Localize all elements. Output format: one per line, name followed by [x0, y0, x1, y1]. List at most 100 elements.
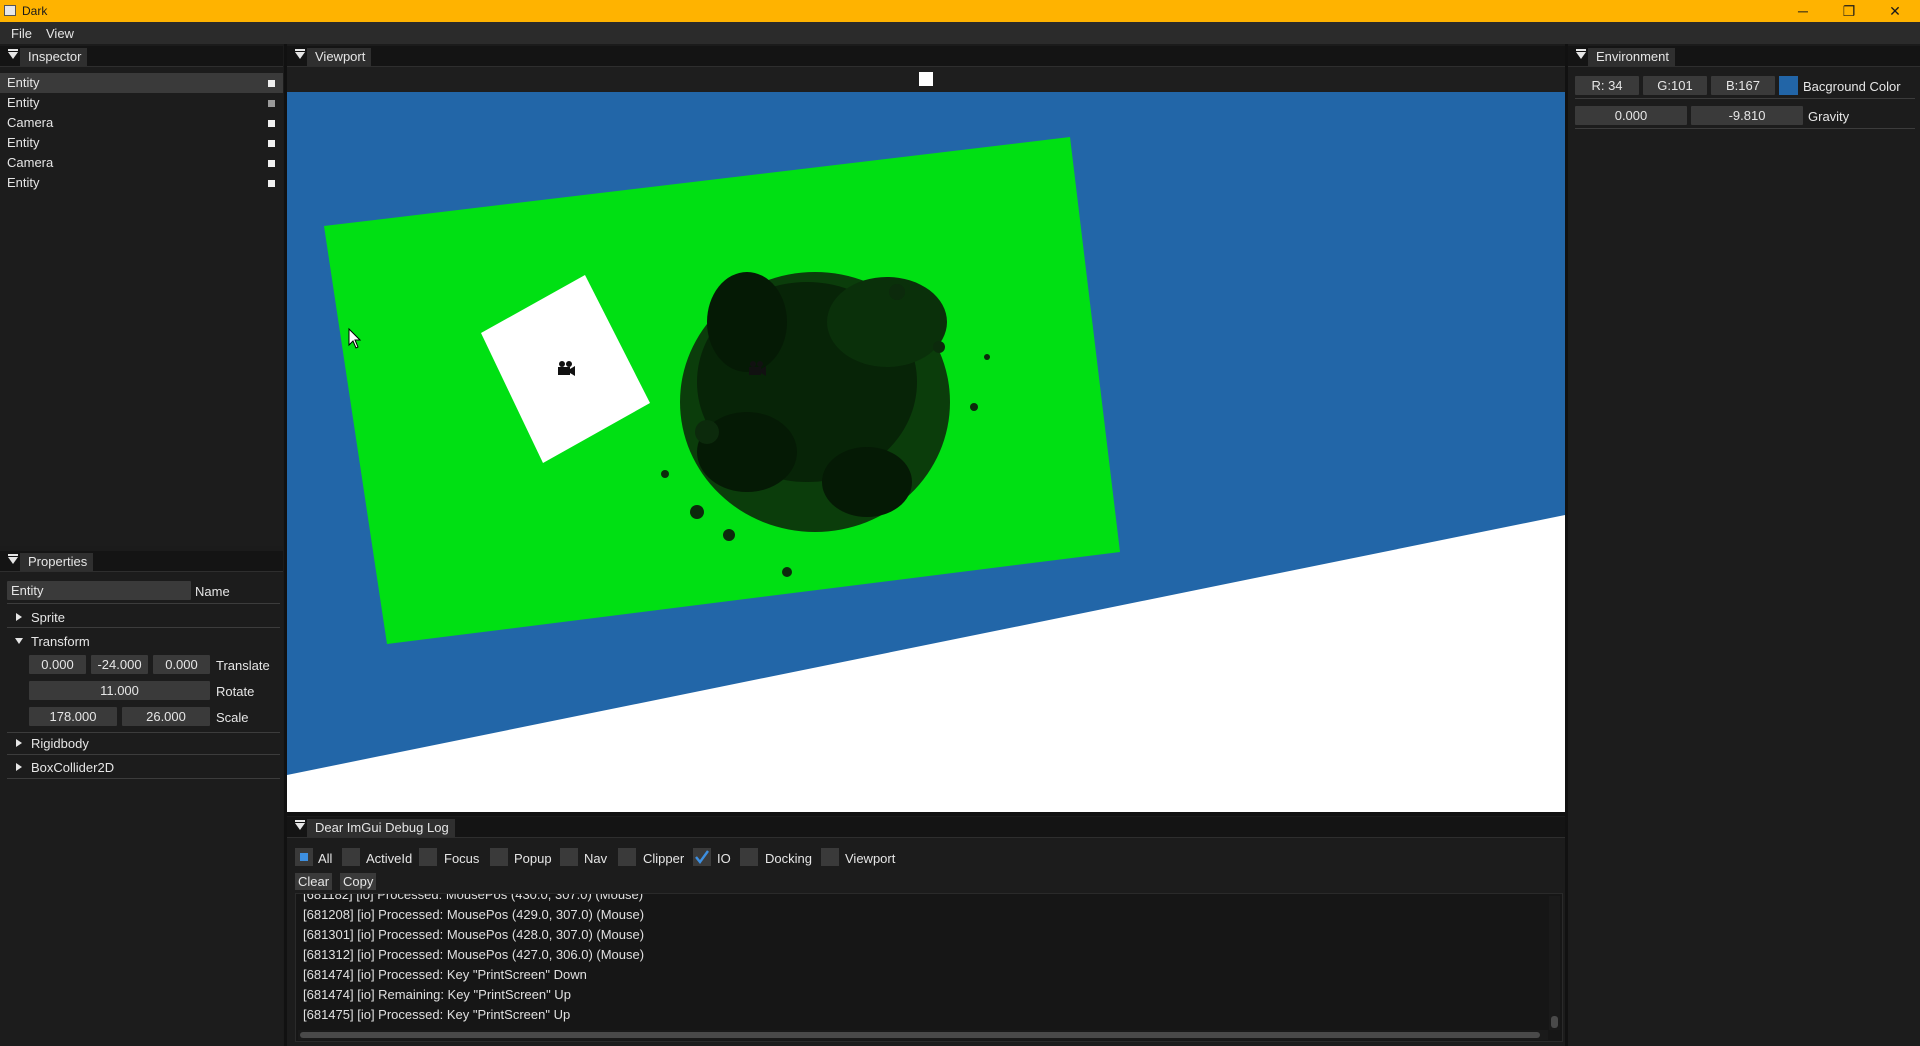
- inspector-item[interactable]: Camera: [0, 113, 283, 133]
- app-icon: [4, 5, 16, 16]
- visibility-square-icon[interactable]: [268, 140, 275, 147]
- gravity-y-field[interactable]: -9.810: [1691, 106, 1803, 125]
- filter-docking-checkbox[interactable]: [740, 848, 758, 866]
- section-rigidbody[interactable]: Rigidbody: [31, 736, 89, 751]
- collapse-icon[interactable]: [295, 49, 305, 59]
- menu-view[interactable]: View: [46, 26, 74, 41]
- divider: [1575, 128, 1915, 129]
- debug-log-header: Dear ImGui Debug Log: [287, 817, 1565, 838]
- inspector-item-label: Camera: [7, 115, 54, 130]
- expand-icon[interactable]: [16, 763, 22, 771]
- filter-clipper-checkbox[interactable]: [618, 848, 636, 866]
- translate-x-field[interactable]: 0.000: [29, 655, 86, 674]
- debug-log-panel: All ActiveId Focus Popup Nav Clipper IO …: [287, 838, 1565, 1046]
- inspector-item[interactable]: Camera: [0, 153, 283, 173]
- section-boxcollider[interactable]: BoxCollider2D: [31, 760, 114, 775]
- bg-red-field[interactable]: R: 34: [1575, 76, 1639, 95]
- filter-viewport-label: Viewport: [845, 851, 896, 866]
- inspector-item[interactable]: Entity: [0, 173, 283, 193]
- viewport-header: Viewport: [287, 46, 1565, 67]
- viewport-toolbar: [287, 67, 1565, 92]
- filter-focus-checkbox[interactable]: [419, 848, 437, 866]
- vertical-scrollbar[interactable]: [1549, 896, 1560, 1030]
- filter-popup-checkbox[interactable]: [490, 848, 508, 866]
- log-line: [681182] [io] Processed: MousePos (430.0…: [303, 893, 644, 902]
- rotate-label: Rotate: [216, 684, 255, 699]
- filter-nav-checkbox[interactable]: [560, 848, 578, 866]
- collapse-icon[interactable]: [1576, 49, 1586, 59]
- log-lines: [681182] [io] Processed: MousePos (430.0…: [303, 893, 1543, 1027]
- background-color-label: Bacground Color: [1803, 79, 1901, 94]
- expand-icon[interactable]: [16, 739, 22, 747]
- viewport-canvas[interactable]: [287, 92, 1565, 812]
- collapse-icon[interactable]: [15, 638, 23, 644]
- tab-debug-log[interactable]: Dear ImGui Debug Log: [307, 819, 455, 837]
- maximize-button[interactable]: ❐: [1826, 0, 1872, 22]
- inspector-panel: Entity Entity Camera Entity Camera Entit…: [0, 67, 283, 546]
- divider: [7, 754, 280, 755]
- log-line: [681208] [io] Processed: MousePos (429.0…: [303, 907, 645, 922]
- divider: [7, 778, 280, 779]
- minimize-button[interactable]: ─: [1780, 0, 1826, 22]
- translate-y-field[interactable]: -24.000: [91, 655, 148, 674]
- translate-label: Translate: [216, 658, 270, 673]
- filter-viewport-checkbox[interactable]: [821, 848, 839, 866]
- log-line: [681301] [io] Processed: MousePos (428.0…: [303, 927, 645, 942]
- log-line: [681474] [io] Processed: Key "PrintScree…: [303, 967, 587, 982]
- filter-all-label: All: [318, 851, 333, 866]
- visibility-square-icon[interactable]: [268, 180, 275, 187]
- inspector-item-label: Entity: [7, 175, 40, 190]
- bg-blue-field[interactable]: B:167: [1711, 76, 1775, 95]
- copy-button[interactable]: Copy: [340, 873, 377, 890]
- inspector-item[interactable]: Entity: [0, 133, 283, 153]
- title-bar: Dark ─ ❐ ✕: [0, 0, 1920, 22]
- close-button[interactable]: ✕: [1872, 0, 1918, 22]
- filter-activeid-checkbox[interactable]: [342, 848, 360, 866]
- horizontal-scrollbar[interactable]: [298, 1030, 1548, 1040]
- filter-io-checkbox[interactable]: [693, 848, 711, 866]
- name-field[interactable]: Entity: [7, 581, 191, 600]
- gravity-x-field[interactable]: 0.000: [1575, 106, 1687, 125]
- collapse-icon[interactable]: [8, 49, 18, 59]
- inspector-item-label: Entity: [7, 135, 40, 150]
- rotate-field[interactable]: 11.000: [29, 681, 210, 700]
- expand-icon[interactable]: [16, 613, 22, 621]
- filter-popup-label: Popup: [514, 851, 552, 866]
- play-stop-button[interactable]: [919, 72, 933, 86]
- section-sprite[interactable]: Sprite: [31, 610, 65, 625]
- properties-header: Properties: [0, 551, 283, 572]
- divider: [7, 627, 280, 628]
- environment-panel: R: 34 G:101 B:167 Bacground Color 0.000 …: [1568, 67, 1920, 1046]
- tab-environment[interactable]: Environment: [1588, 48, 1675, 66]
- filter-clipper-label: Clipper: [643, 851, 685, 866]
- filter-all-checkbox[interactable]: [295, 848, 313, 866]
- partial-mark-icon: [300, 853, 308, 861]
- visibility-square-icon[interactable]: [268, 80, 275, 87]
- visibility-square-icon[interactable]: [268, 120, 275, 127]
- section-transform[interactable]: Transform: [31, 634, 90, 649]
- translate-z-field[interactable]: 0.000: [153, 655, 210, 674]
- menu-file[interactable]: File: [11, 26, 32, 41]
- scrollbar-thumb[interactable]: [1551, 1016, 1558, 1028]
- collapse-icon[interactable]: [8, 554, 18, 564]
- filter-focus-label: Focus: [444, 851, 480, 866]
- inspector-item[interactable]: Entity: [0, 73, 283, 93]
- tab-viewport[interactable]: Viewport: [307, 48, 372, 66]
- bg-green-field[interactable]: G:101: [1643, 76, 1707, 95]
- scale-x-field[interactable]: 178.000: [29, 707, 117, 726]
- scene-svg: [287, 92, 1565, 812]
- tab-inspector[interactable]: Inspector: [20, 48, 88, 66]
- color-swatch[interactable]: [1779, 76, 1798, 95]
- scale-label: Scale: [216, 710, 249, 725]
- visibility-square-icon[interactable]: [268, 100, 275, 107]
- splitter[interactable]: [287, 812, 1565, 816]
- inspector-item[interactable]: Entity: [0, 93, 283, 113]
- inspector-item-label: Camera: [7, 155, 54, 170]
- collapse-icon[interactable]: [295, 820, 305, 830]
- scrollbar-thumb[interactable]: [300, 1032, 1540, 1038]
- scale-y-field[interactable]: 26.000: [122, 707, 210, 726]
- log-output[interactable]: [681182] [io] Processed: MousePos (430.0…: [295, 893, 1563, 1042]
- clear-button[interactable]: Clear: [295, 873, 333, 890]
- visibility-square-icon[interactable]: [268, 160, 275, 167]
- tab-properties[interactable]: Properties: [20, 553, 94, 571]
